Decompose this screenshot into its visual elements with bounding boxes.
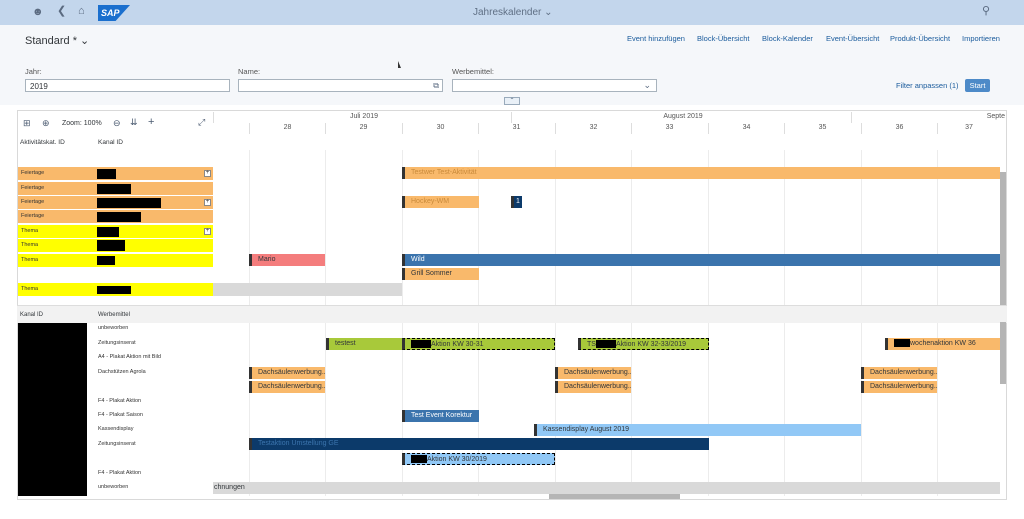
row-feiertage-4[interactable]: Feiertage xyxy=(18,210,213,223)
bar-aktion-kw-32-33[interactable]: TS Aktion KW 32-33/2019 xyxy=(578,338,709,350)
werbemittel-row: Zeitungsinserat xyxy=(98,441,136,447)
month-juli: Juli 2019 xyxy=(213,112,511,123)
werbemittel-row: Dachstützen Agrola xyxy=(98,369,146,375)
werbemittel-row: F4 - Plakat Aktion xyxy=(98,470,142,476)
empty-bar xyxy=(213,283,402,296)
werbemittel-row: A4 - Plakat Aktion mit Bild xyxy=(98,354,161,360)
chevron-down-icon: ⌄ xyxy=(643,80,651,90)
value-help-icon[interactable]: ⧉ xyxy=(433,81,439,91)
column-werbemittel: Werbemittel xyxy=(98,312,130,318)
werbemittel-row: F4 - Plakat Aktion xyxy=(98,398,142,404)
event-uebersicht-link[interactable]: Event-Übersicht xyxy=(826,34,879,43)
vertical-scrollbar-lower[interactable] xyxy=(1000,322,1006,384)
bar-dachsaeulen[interactable]: Dachsäulenwerbung... xyxy=(861,367,937,379)
shell-bar: ☻ ❮ ⌂ SAP Jahreskalender ⌄ ⚲ xyxy=(0,0,1024,25)
expand-icon[interactable]: + xyxy=(204,170,211,177)
column-kanal-id: Kanal ID xyxy=(98,139,123,146)
werbemittel-row: unbeworben xyxy=(98,325,129,331)
jahr-input[interactable]: 2019 xyxy=(25,79,230,92)
importieren-link[interactable]: Importieren xyxy=(962,34,1000,43)
werbemittel-row: Kassendisplay xyxy=(98,426,134,432)
bar-rechnungen[interactable]: chnungen xyxy=(213,482,1000,494)
expand-icon[interactable]: + xyxy=(204,199,211,206)
redacted-kanal xyxy=(18,323,87,496)
mouse-cursor xyxy=(398,61,401,68)
bar-hockey-wm[interactable]: Hockey-WM xyxy=(402,196,479,208)
horizontal-scrollbar[interactable] xyxy=(549,494,680,499)
bar-mario[interactable]: Mario xyxy=(249,254,325,266)
zoom-out-icon[interactable]: ⊖ xyxy=(113,118,121,129)
week-37: 37 xyxy=(937,123,1000,134)
name-input[interactable]: ⧉ xyxy=(238,79,443,92)
week-36: 36 xyxy=(861,123,937,134)
bar-test-event-korektur[interactable]: Test Event Korektur xyxy=(402,410,479,422)
zoom-in-icon[interactable]: ⊕ xyxy=(42,118,50,129)
werbemittel-row: F4 - Plakat Saison xyxy=(98,412,143,418)
user-icon[interactable]: ☻ xyxy=(32,7,44,18)
week-34: 34 xyxy=(708,123,784,134)
werbemittel-row: Zeitungsinserat xyxy=(98,340,136,346)
werbemittel-label: Werbemittel: xyxy=(452,67,494,76)
werbemittel-row: unbeworben xyxy=(98,484,129,490)
row-thema-1[interactable]: Thema + xyxy=(18,225,213,238)
jahr-label: Jahr: xyxy=(25,67,42,76)
expand-icon[interactable]: + xyxy=(204,228,211,235)
name-label: Name: xyxy=(238,67,261,76)
week-28: 28 xyxy=(249,123,325,134)
column-kanal-id-lower: Kanal ID xyxy=(20,312,44,318)
row-feiertage-1[interactable]: Feiertage + xyxy=(18,167,213,180)
month-august: August 2019 xyxy=(511,112,851,123)
app-title[interactable]: Jahreskalender ⌄ xyxy=(473,7,553,18)
bar-dachsaeulen[interactable]: Dachsäulenwerbung... xyxy=(555,381,631,393)
section-separator xyxy=(17,305,1007,323)
block-uebersicht-link[interactable]: Block-Übersicht xyxy=(697,34,750,43)
variant-selector[interactable]: Standard * ⌄ xyxy=(25,34,89,47)
start-button[interactable]: Start xyxy=(965,79,990,92)
expand-all-icon[interactable]: ⇊ xyxy=(130,117,138,128)
back-icon[interactable]: ❮ xyxy=(57,6,66,17)
bar-dachsaeulen[interactable]: Dachsäulenwerbung... xyxy=(555,367,631,379)
vertical-scrollbar-upper[interactable] xyxy=(1000,172,1006,305)
bar-dachsaeulen[interactable]: Dachsäulenwerbung... xyxy=(249,367,325,379)
row-thema-4[interactable]: Thema xyxy=(18,283,213,296)
row-feiertage-3[interactable]: Feiertage + xyxy=(18,196,213,209)
bar-wochenaktion-kw-36[interactable]: wochenaktion KW 36 xyxy=(885,338,1000,350)
filter-anpassen-link[interactable]: Filter anpassen (1) xyxy=(896,81,959,90)
week-30: 30 xyxy=(402,123,478,134)
produkt-uebersicht-link[interactable]: Produkt-Übersicht xyxy=(890,34,950,43)
month-september: Septe xyxy=(851,112,1007,123)
row-thema-3[interactable]: Thema xyxy=(18,254,213,267)
search-icon[interactable]: ⚲ xyxy=(982,6,990,17)
week-31: 31 xyxy=(478,123,554,134)
block-kalender-link[interactable]: Block-Kalender xyxy=(762,34,813,43)
bar-dachsaeulen[interactable]: Dachsäulenwerbung... xyxy=(861,381,937,393)
bar-testaktion[interactable]: Testaktion Umstellung GE xyxy=(249,438,709,450)
add-icon[interactable]: + xyxy=(148,116,154,128)
row-feiertage-2[interactable]: Feiertage xyxy=(18,182,213,195)
sap-logo: SAP xyxy=(98,5,130,21)
bar-testwer[interactable]: Testwer Test-Aktivität xyxy=(402,167,1000,179)
zoom-level: Zoom: 100% xyxy=(62,120,102,127)
bar-1[interactable]: 1 xyxy=(511,196,522,208)
week-33: 33 xyxy=(631,123,707,134)
bar-aktion-kw-30-31[interactable]: Aktion KW 30-31 xyxy=(402,338,555,350)
bar-dachsaeulen[interactable]: Dachsäulenwerbung... xyxy=(249,381,325,393)
week-35: 35 xyxy=(784,123,860,134)
week-32: 32 xyxy=(555,123,631,134)
week-29: 29 xyxy=(325,123,401,134)
fullscreen-icon[interactable]: ⤢ xyxy=(198,117,205,128)
bar-grill-sommer[interactable]: Grill Sommer xyxy=(402,268,479,280)
bar-aktion-kw-30-2019[interactable]: Aktion KW 30/2019 xyxy=(402,453,555,465)
bar-wild[interactable]: Wild xyxy=(402,254,1000,266)
bar-kassendisplay[interactable]: Kassendisplay August 2019 xyxy=(534,424,861,436)
column-aktivitaetskat: Aktivitätskat. ID xyxy=(20,139,65,146)
collapse-all-icon[interactable]: ⊞ xyxy=(23,118,31,129)
home-icon[interactable]: ⌂ xyxy=(78,6,85,17)
werbemittel-select[interactable]: ⌄ xyxy=(452,79,657,92)
bar-testest[interactable]: testest xyxy=(326,338,403,350)
collapse-header-button[interactable]: ⌃ xyxy=(504,97,520,105)
event-hinzufuegen-link[interactable]: Event hinzufügen xyxy=(627,34,685,43)
row-thema-2[interactable]: Thema xyxy=(18,239,213,252)
